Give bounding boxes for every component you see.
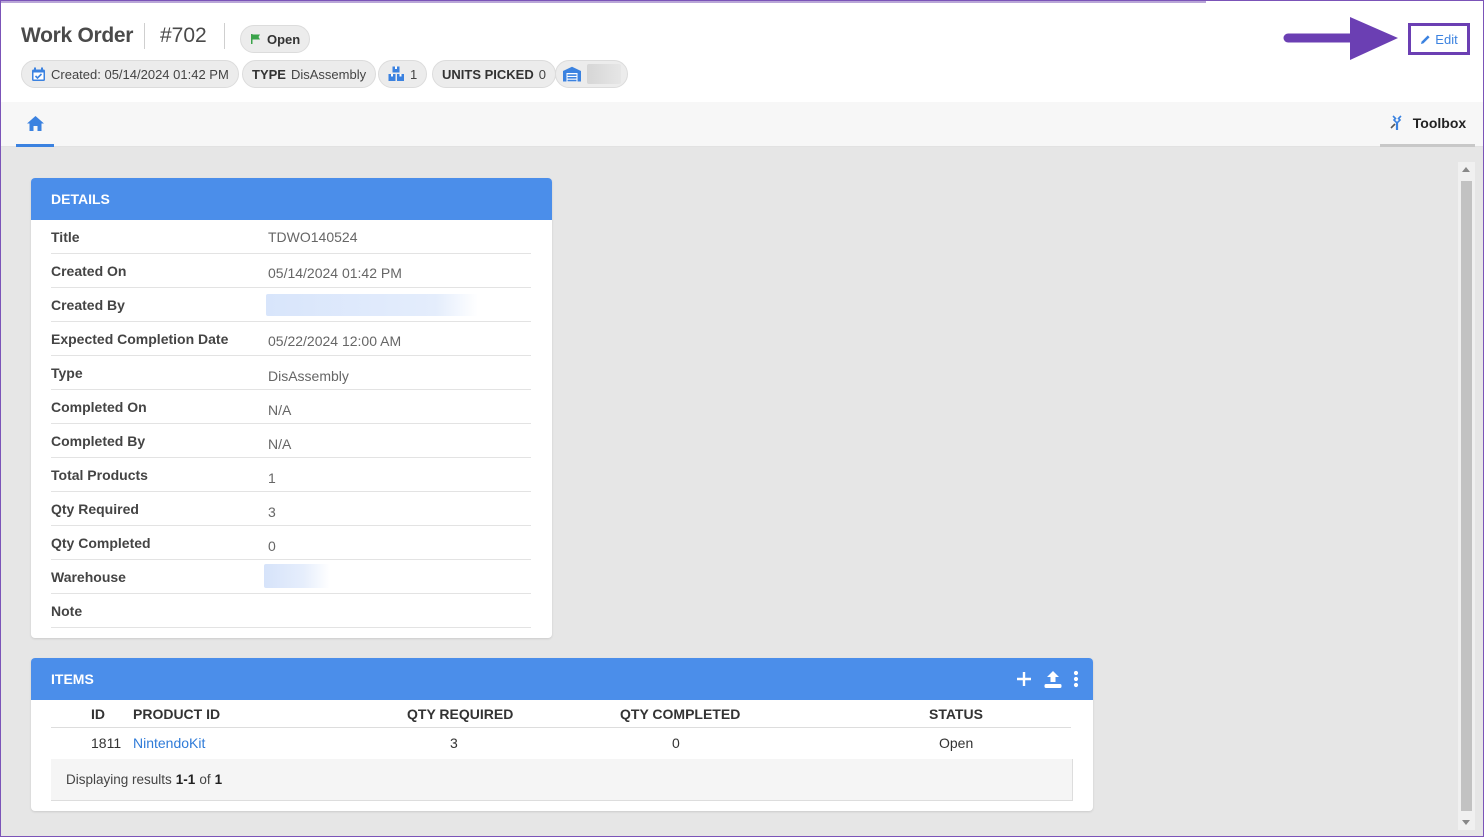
- detail-row-expected-completion: Expected Completion Date 05/22/2024 12:0…: [51, 322, 531, 356]
- pagination-info: Displaying results 1-1 of 1: [51, 759, 1073, 801]
- detail-row-warehouse: Warehouse: [51, 560, 531, 594]
- scroll-down-icon[interactable]: [1462, 820, 1470, 825]
- boxes-icon: [388, 66, 404, 81]
- items-table-header: ID PRODUCT ID QTY REQUIRED QTY COMPLETED…: [51, 700, 1071, 728]
- units-picked-chip: UNITS PICKED 0: [432, 60, 556, 88]
- work-order-number: #702: [160, 24, 207, 47]
- column-header-status[interactable]: STATUS: [929, 706, 983, 722]
- home-icon: [26, 115, 44, 131]
- details-heading: DETAILS: [31, 178, 552, 220]
- warehouse-icon: [563, 66, 581, 82]
- detail-row-total-products: Total Products 1: [51, 458, 531, 492]
- type-value: DisAssembly: [290, 66, 367, 82]
- title-divider: [144, 23, 145, 49]
- detail-label: Qty Required: [51, 501, 139, 517]
- product-id-link[interactable]: NintendoKit: [133, 735, 205, 751]
- more-options-icon[interactable]: [1073, 670, 1079, 688]
- number-divider: [224, 23, 225, 49]
- detail-label: Created By: [51, 297, 125, 313]
- tab-bar: Toolbox: [0, 102, 1484, 147]
- items-card: ITEMS ID PRODUCT ID QTY REQUIRED QTY COM…: [31, 658, 1093, 811]
- detail-value: 05/14/2024 01:42 PM: [268, 265, 402, 281]
- results-total: 1: [214, 772, 223, 787]
- top-divider: [0, 0, 1206, 3]
- items-heading: ITEMS: [51, 671, 94, 687]
- annotation-arrow-icon: [1283, 17, 1398, 60]
- detail-row-completed-by: Completed By N/A: [51, 424, 531, 458]
- item-qty-required: 3: [450, 735, 458, 751]
- products-chip: 1: [378, 60, 428, 88]
- column-header-product-id[interactable]: PRODUCT ID: [133, 706, 220, 722]
- flag-icon: [251, 34, 260, 44]
- warehouse-redacted: [587, 64, 621, 84]
- warehouse-chip: [555, 60, 628, 88]
- units-picked-label: UNITS PICKED: [442, 66, 534, 82]
- detail-label: Title: [51, 229, 80, 245]
- detail-value: 1: [268, 470, 276, 486]
- type-chip: TYPE DisAssembly: [242, 60, 377, 88]
- detail-label: Total Products: [51, 467, 148, 483]
- results-of: of: [199, 772, 211, 787]
- detail-label: Note: [51, 603, 83, 619]
- item-qty-completed: 0: [672, 735, 680, 751]
- results-prefix: Displaying results: [66, 772, 172, 787]
- detail-value: 05/22/2024 12:00 AM: [268, 333, 402, 349]
- page-title: Work Order: [21, 24, 134, 47]
- column-header-qty-required[interactable]: QTY REQUIRED: [407, 706, 513, 722]
- detail-row-qty-completed: Qty Completed 0: [51, 526, 531, 560]
- add-icon[interactable]: [1015, 670, 1033, 688]
- item-id: 1811: [91, 735, 122, 751]
- detail-label: Expected Completion Date: [51, 331, 229, 347]
- detail-label: Created On: [51, 263, 127, 279]
- scroll-thumb[interactable]: [1461, 181, 1472, 811]
- items-header: ITEMS: [31, 658, 1093, 700]
- upload-icon[interactable]: [1043, 669, 1063, 689]
- page-header: Work Order #702 Open Created: 05/14/2024…: [0, 0, 1484, 102]
- detail-row-type: Type DisAssembly: [51, 356, 531, 390]
- detail-value: 3: [268, 504, 276, 520]
- detail-row-qty-required: Qty Required 3: [51, 492, 531, 526]
- column-header-id[interactable]: ID: [91, 706, 105, 722]
- item-status: Open: [939, 735, 974, 751]
- edit-button[interactable]: Edit: [1408, 23, 1470, 55]
- scroll-up-icon[interactable]: [1462, 167, 1470, 172]
- detail-row-completed-on: Completed On N/A: [51, 390, 531, 424]
- detail-value: TDWO140524: [268, 229, 358, 245]
- detail-row-title: Title TDWO140524: [51, 220, 531, 254]
- detail-label: Type: [51, 365, 83, 381]
- column-header-qty-completed[interactable]: QTY COMPLETED: [620, 706, 740, 722]
- detail-value: N/A: [268, 436, 292, 452]
- detail-value: DisAssembly: [268, 368, 349, 384]
- detail-label: Qty Completed: [51, 535, 151, 551]
- units-picked-value: 0: [538, 66, 546, 82]
- detail-label: Completed By: [51, 433, 146, 449]
- edit-label: Edit: [1435, 31, 1458, 47]
- items-actions: [1005, 669, 1079, 689]
- detail-value: N/A: [268, 402, 292, 418]
- results-range: 1-1: [175, 772, 196, 787]
- main-scrollbar[interactable]: [1458, 162, 1475, 830]
- toolbox-label: Toolbox: [1412, 115, 1467, 131]
- tab-toolbox[interactable]: Toolbox: [1380, 102, 1475, 147]
- product-count: 1: [410, 66, 418, 82]
- detail-row-created-on: Created On 05/14/2024 01:42 PM: [51, 254, 531, 288]
- tab-home[interactable]: [16, 102, 54, 147]
- detail-label: Completed On: [51, 399, 147, 415]
- created-text: Created: 05/14/2024 01:42 PM: [51, 66, 229, 82]
- detail-value: 0: [268, 538, 276, 554]
- type-label: TYPE: [252, 66, 286, 82]
- detail-row-note: Note: [51, 594, 531, 628]
- status-badge: Open: [240, 25, 311, 53]
- details-card: DETAILS Title TDWO140524 Created On 05/1…: [31, 178, 552, 638]
- detail-row-created-by: Created By: [51, 288, 531, 322]
- pencil-icon: [1421, 34, 1430, 44]
- toolbox-icon: [1390, 115, 1402, 130]
- detail-label: Warehouse: [51, 569, 126, 585]
- warehouse-value-redacted: [264, 564, 330, 588]
- calendar-icon: [32, 67, 45, 81]
- created-chip: Created: 05/14/2024 01:42 PM: [21, 60, 239, 88]
- created-by-redacted: [266, 294, 478, 316]
- table-row[interactable]: 1811 NintendoKit 3 0 Open: [51, 729, 1071, 759]
- status-label: Open: [267, 31, 301, 47]
